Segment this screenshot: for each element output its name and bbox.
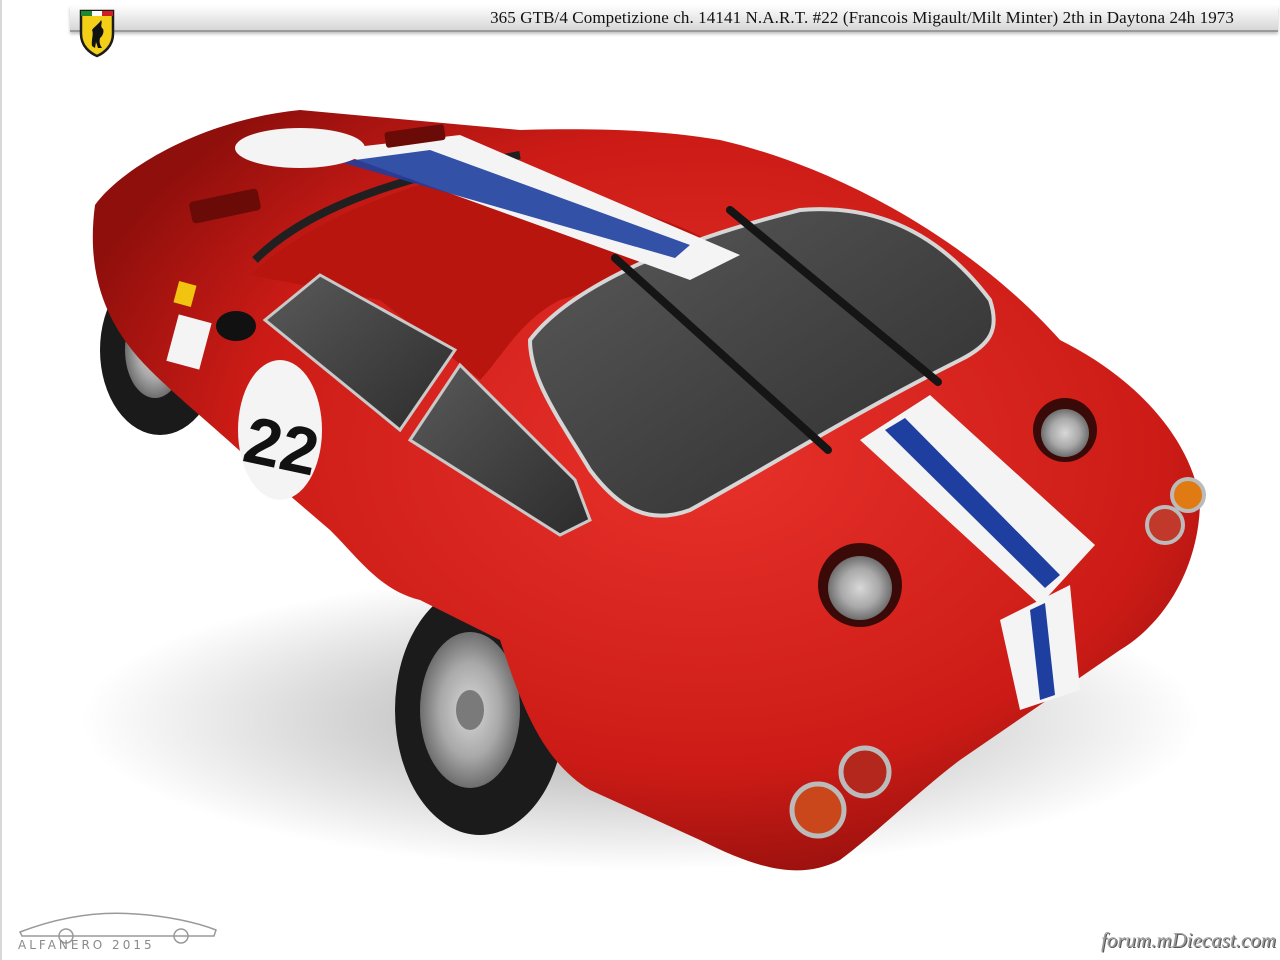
title-bar: 365 GTB/4 Competizione ch. 14141 N.A.R.T…	[70, 6, 1278, 32]
watermark-right: forum.mDiecast.com	[1101, 928, 1276, 952]
page-title: 365 GTB/4 Competizione ch. 14141 N.A.R.T…	[490, 8, 1234, 27]
car-photo: 22	[80, 110, 1206, 871]
watermark-left: ALFANERO 2015	[18, 938, 155, 952]
ferrari-logo-icon	[79, 9, 115, 58]
car-number: 22	[238, 402, 325, 490]
